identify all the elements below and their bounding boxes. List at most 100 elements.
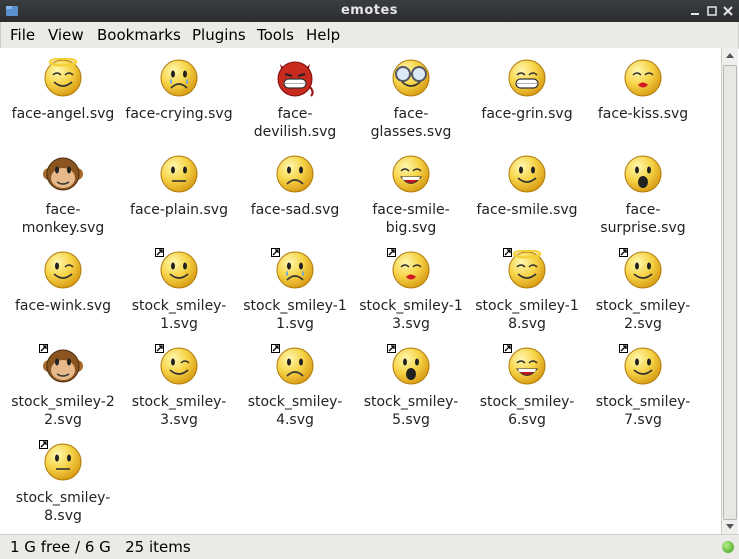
file-item[interactable]: stock_smiley-1 8.svg xyxy=(469,240,585,336)
file-name-line: stock_smiley- xyxy=(595,298,691,314)
face-smile-icon xyxy=(508,155,546,193)
close-icon[interactable] xyxy=(722,5,734,17)
file-item[interactable]: stock_smiley- 3.svg xyxy=(121,336,237,432)
scroll-down-icon[interactable] xyxy=(724,520,736,532)
file-name-label: face-grin.svg xyxy=(469,105,585,123)
file-name-line: 3.svg xyxy=(160,412,198,428)
file-item[interactable]: face-sad.svg xyxy=(237,144,353,240)
smiley-monkey-icon xyxy=(43,349,83,383)
menu-bookmarks[interactable]: Bookmarks xyxy=(97,26,181,44)
file-item[interactable]: face-grin.svg xyxy=(469,48,585,144)
file-name-label: face-devilish.svg xyxy=(237,105,353,141)
file-item[interactable]: face-smile.svg xyxy=(469,144,585,240)
file-name-label: stock_smiley-1 8.svg xyxy=(469,297,585,333)
file-name-line: surprise.svg xyxy=(600,220,686,236)
face-smile-big-icon xyxy=(392,155,430,193)
smiley-surprise-icon xyxy=(392,347,430,385)
vertical-scrollbar[interactable] xyxy=(721,48,738,534)
file-item[interactable]: stock_smiley- 1.svg xyxy=(121,240,237,336)
file-name-label: stock_smiley-1 1.svg xyxy=(237,297,353,333)
file-name-line: stock_smiley-1 xyxy=(475,298,579,314)
file-name-label: face-wink.svg xyxy=(5,297,121,315)
file-name-line: glasses.svg xyxy=(370,124,452,140)
file-item[interactable]: stock_smiley-2 2.svg xyxy=(5,336,121,432)
scroll-up-icon[interactable] xyxy=(724,50,736,62)
smiley-angel-icon xyxy=(508,250,546,289)
face-crying-icon xyxy=(160,59,198,97)
file-name-label: stock_smiley- 4.svg xyxy=(237,393,353,429)
menu-view[interactable]: View xyxy=(48,26,84,44)
file-name-label: stock_smiley- 3.svg xyxy=(121,393,237,429)
smiley-smile-icon xyxy=(624,251,662,289)
scrollbar-thumb[interactable] xyxy=(723,65,737,520)
file-name-line: face- xyxy=(625,202,661,218)
file-item[interactable]: stock_smiley- 4.svg xyxy=(237,336,353,432)
file-item[interactable]: stock_smiley-1 3.svg xyxy=(353,240,469,336)
file-name-label: stock_smiley- 2.svg xyxy=(585,297,701,333)
file-item[interactable]: face-kiss.svg xyxy=(585,48,701,144)
file-item[interactable]: face-devilish.svg xyxy=(237,48,353,144)
smiley-plain-icon xyxy=(44,443,82,481)
file-item[interactable]: stock_smiley- 5.svg xyxy=(353,336,469,432)
file-name-line: monkey.svg xyxy=(21,220,105,236)
file-item[interactable]: stock_smiley- 2.svg xyxy=(585,240,701,336)
menu-tools[interactable]: Tools xyxy=(257,26,294,44)
file-item[interactable]: face-smile-big.svg xyxy=(353,144,469,240)
file-item[interactable]: stock_smiley- 8.svg xyxy=(5,432,121,528)
smiley-crying-icon xyxy=(276,251,314,289)
file-name-line: stock_smiley- xyxy=(15,490,111,506)
face-wink-icon xyxy=(44,251,82,289)
file-item[interactable]: face-monkey.svg xyxy=(5,144,121,240)
file-name-label: face-crying.svg xyxy=(121,105,237,123)
file-name-line: face-smile.svg xyxy=(476,202,578,218)
file-name-line: face-sad.svg xyxy=(250,202,340,218)
file-name-line: face-kiss.svg xyxy=(597,106,689,122)
window-title: emotes xyxy=(340,3,399,18)
file-icon-view[interactable]: face-angel.svg face-crying.svg face-devi… xyxy=(0,48,721,534)
file-name-label: face-angel.svg xyxy=(5,105,121,123)
minimize-icon[interactable] xyxy=(689,5,701,17)
file-name-line: 2.svg xyxy=(624,316,662,332)
file-name-line: 6.svg xyxy=(508,412,546,428)
file-name-line: 1.svg xyxy=(276,316,314,332)
face-sad-icon xyxy=(276,155,314,193)
file-name-label: face-surprise.svg xyxy=(585,201,701,237)
menu-file[interactable]: File xyxy=(10,26,35,44)
file-item[interactable]: face-plain.svg xyxy=(121,144,237,240)
maximize-icon[interactable] xyxy=(706,5,718,17)
file-item[interactable]: face-wink.svg xyxy=(5,240,121,336)
smiley-sad-icon xyxy=(276,347,314,385)
file-name-line: 7.svg xyxy=(624,412,662,428)
file-item[interactable]: face-glasses.svg xyxy=(353,48,469,144)
menu-help[interactable]: Help xyxy=(306,26,340,44)
file-name-line: face-grin.svg xyxy=(481,106,573,122)
file-item[interactable]: stock_smiley- 6.svg xyxy=(469,336,585,432)
file-item[interactable]: face-surprise.svg xyxy=(585,144,701,240)
file-name-line: big.svg xyxy=(385,220,437,236)
file-name-line: 4.svg xyxy=(276,412,314,428)
file-name-line: face- xyxy=(45,202,81,218)
face-surprise-icon xyxy=(624,155,662,193)
file-item[interactable]: face-crying.svg xyxy=(121,48,237,144)
file-name-label: face-monkey.svg xyxy=(5,201,121,237)
file-name-label: face-smile-big.svg xyxy=(353,201,469,237)
file-item[interactable]: face-angel.svg xyxy=(5,48,121,144)
menu-plugins[interactable]: Plugins xyxy=(192,26,246,44)
file-name-label: stock_smiley- 5.svg xyxy=(353,393,469,429)
file-name-line: stock_smiley- xyxy=(595,394,691,410)
file-name-line: 8.svg xyxy=(44,508,82,524)
file-item[interactable]: stock_smiley-1 1.svg xyxy=(237,240,353,336)
smiley-smile-icon xyxy=(624,347,662,385)
menu-bar: File View Bookmarks Plugins Tools Help xyxy=(0,22,739,49)
file-name-label: stock_smiley- 7.svg xyxy=(585,393,701,429)
title-bar: emotes xyxy=(0,0,739,22)
file-name-label: face-kiss.svg xyxy=(585,105,701,123)
file-name-label: stock_smiley- 6.svg xyxy=(469,393,585,429)
file-name-label: stock_smiley- 1.svg xyxy=(121,297,237,333)
face-angel-icon xyxy=(44,58,82,97)
smiley-kiss-icon xyxy=(392,251,430,289)
file-name-label: stock_smiley- 8.svg xyxy=(5,489,121,525)
file-name-line: 8.svg xyxy=(508,316,546,332)
file-name-line: face-smile- xyxy=(372,202,450,218)
file-item[interactable]: stock_smiley- 7.svg xyxy=(585,336,701,432)
